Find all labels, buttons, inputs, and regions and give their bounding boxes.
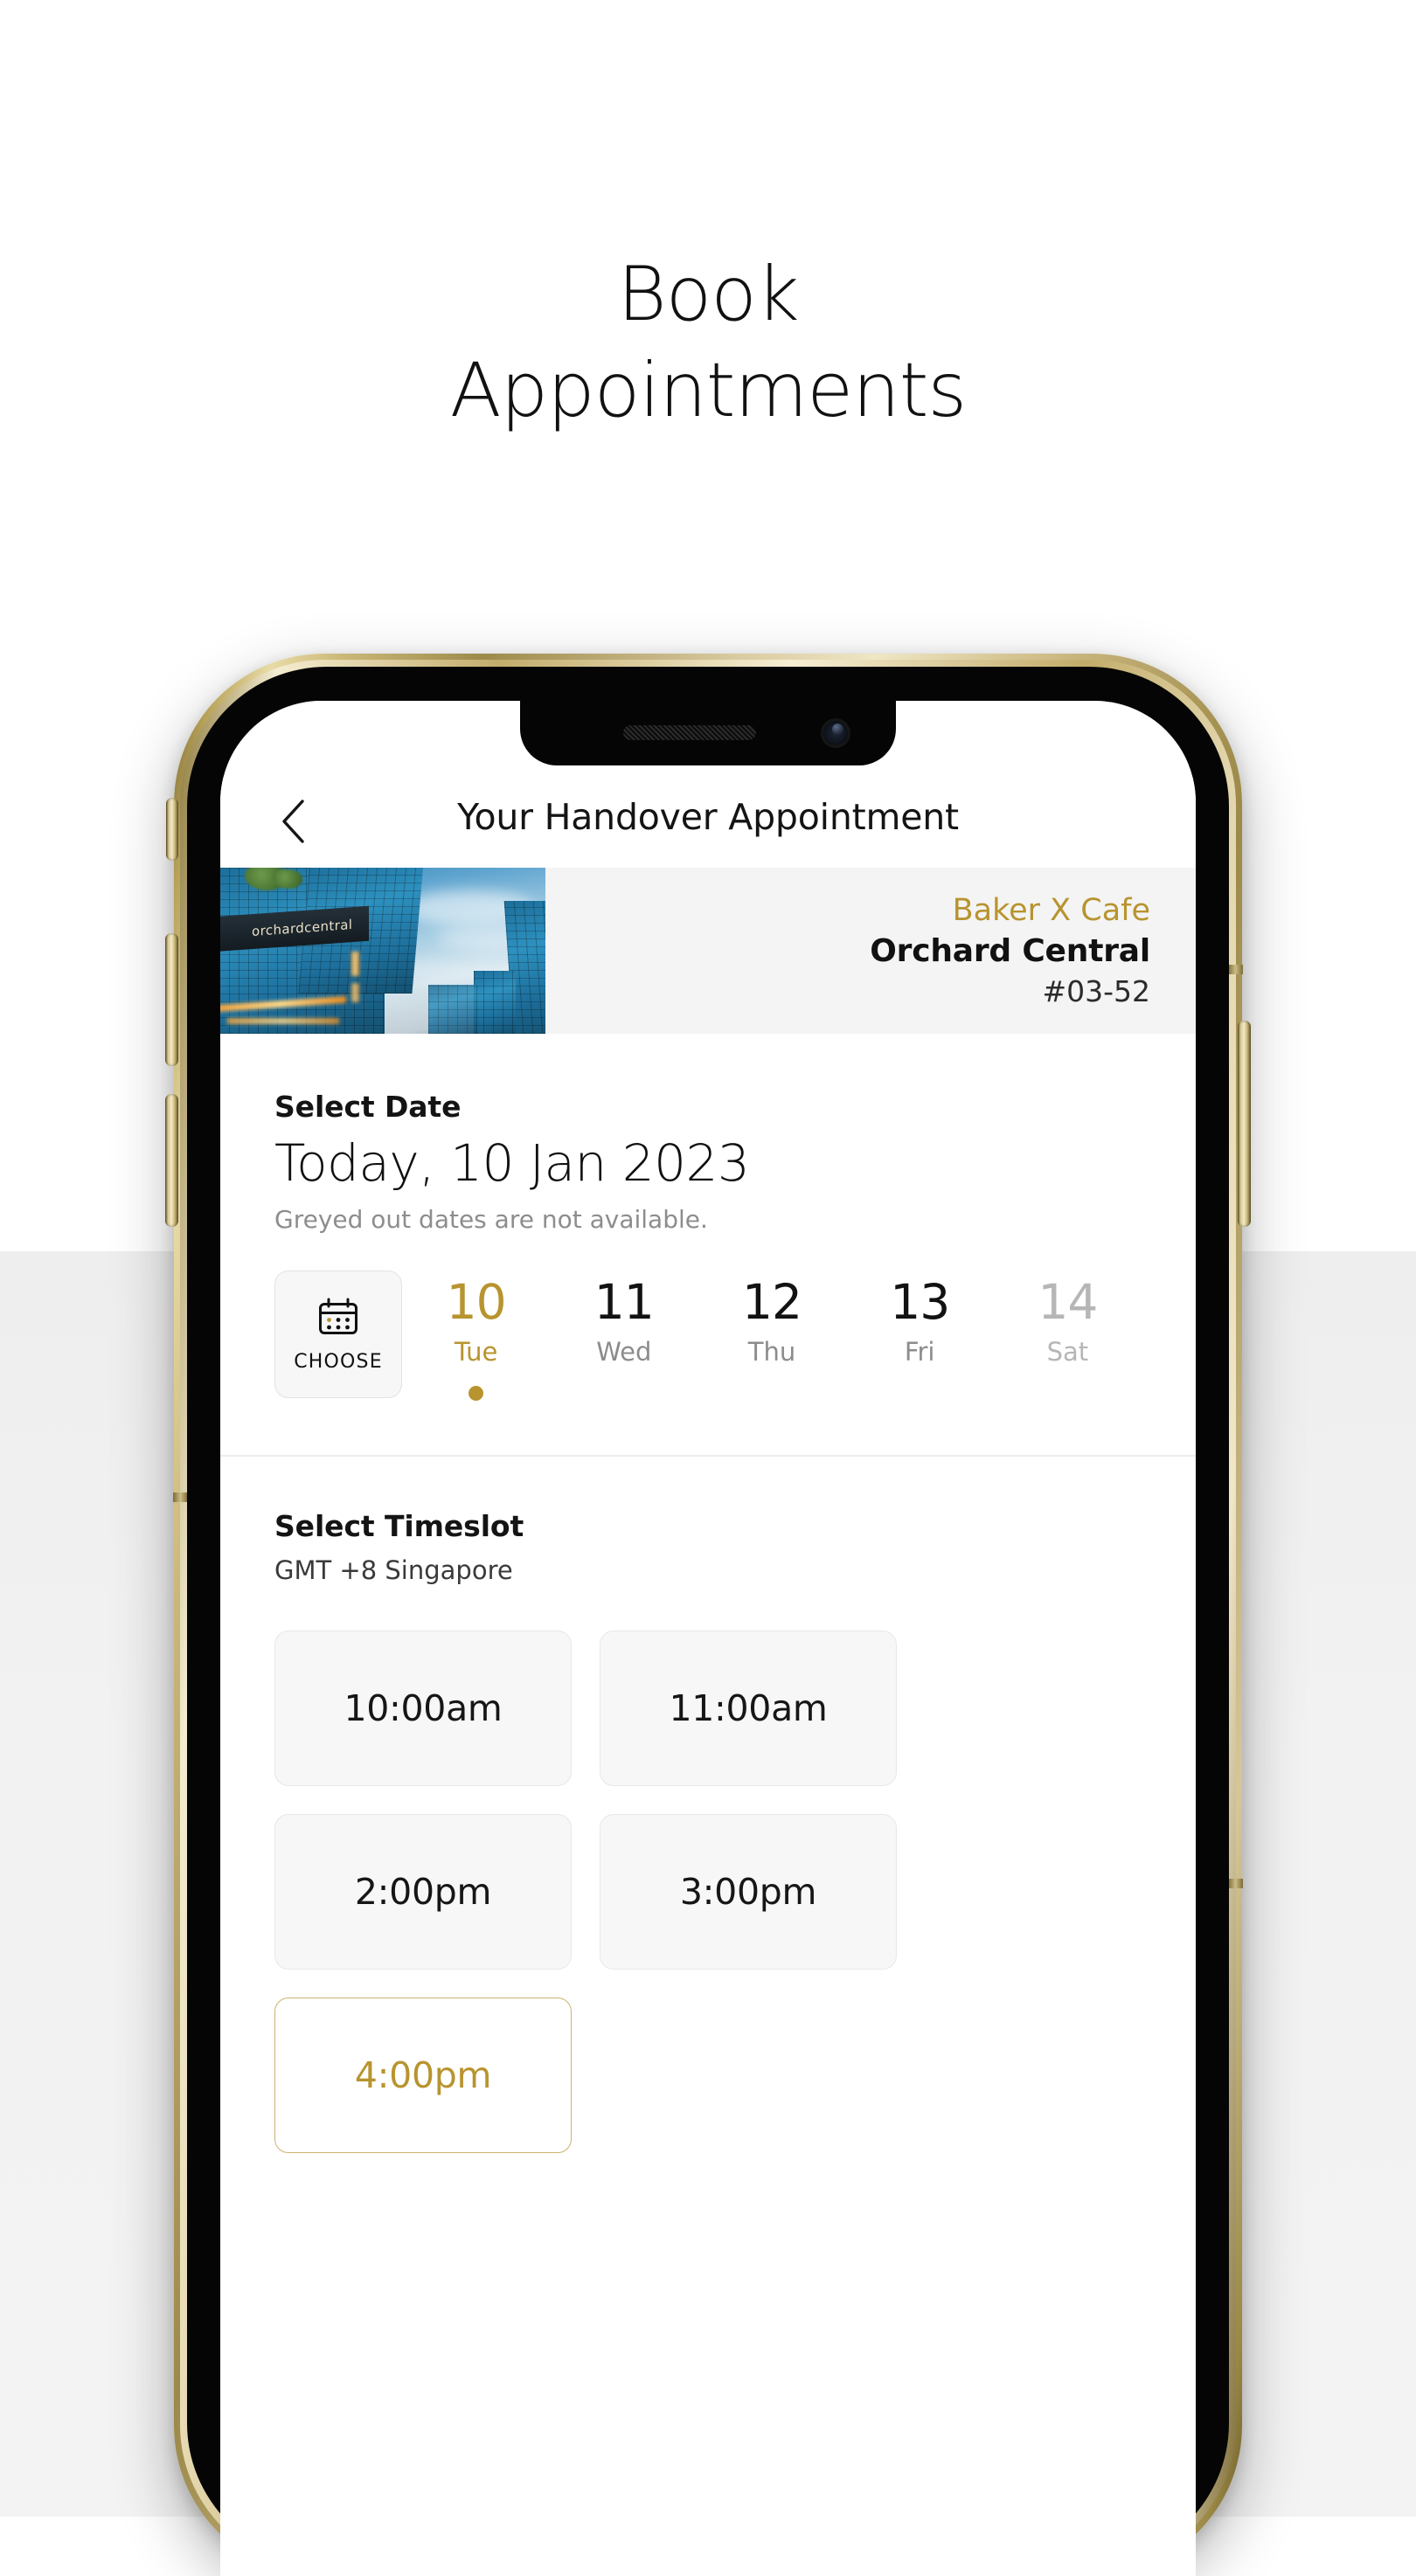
app-header-title: Your Handover Appointment [457, 796, 959, 838]
venue-unit-number: #03-52 [1042, 973, 1150, 1008]
date-number: 11 [593, 1273, 655, 1330]
earpiece-speaker-icon [623, 725, 756, 740]
phone-volume-down-button [165, 1094, 178, 1227]
date-number: 12 [742, 1273, 802, 1330]
back-button[interactable] [266, 794, 320, 848]
select-date-section: Select Date Today, 10 Jan 2023 Greyed ou… [220, 1034, 1196, 1457]
timeslot-option-200pm[interactable]: 2:00pm [274, 1813, 572, 1970]
front-camera-lens-glint [832, 724, 843, 735]
calendar-icon [319, 1298, 357, 1335]
select-date-label: Select Date [274, 1090, 462, 1124]
date-selected-indicator [616, 1386, 631, 1401]
date-weekday: Fri [904, 1336, 935, 1367]
date-selected-indicator [1060, 1386, 1075, 1401]
date-item-10[interactable]: 10 Tue [402, 1271, 550, 1401]
phone-power-button [1238, 1021, 1251, 1227]
phone-antenna-band [173, 1492, 188, 1502]
timeslot-grid: 10:00am 11:00am 2:00pm 3:00pm 4:00pm [220, 1630, 1196, 2153]
phone-screen: Your Handover Appointment orchardcentral… [220, 701, 1196, 2576]
date-number: 10 [446, 1273, 507, 1330]
date-weekday: Wed [596, 1336, 652, 1367]
timeslot-option-1100am[interactable]: 11:00am [600, 1630, 897, 1786]
phone-notch [520, 701, 896, 765]
date-item-12[interactable]: 12 Thu [698, 1271, 845, 1401]
choose-date-button[interactable]: CHOOSE [274, 1270, 402, 1398]
venue-details: Baker X Cafe Orchard Central #03-52 [545, 868, 1196, 1034]
photo-rooftop-greenery [273, 869, 302, 889]
phone-volume-up-button [165, 933, 178, 1066]
date-weekday: Thu [747, 1336, 796, 1367]
date-weekday: Tue [454, 1336, 498, 1367]
chevron-left-icon [282, 800, 304, 843]
photo-window-lights [351, 952, 359, 976]
phone-device-mockup: Your Handover Appointment orchardcentral… [165, 654, 1251, 2576]
select-date-note: Greyed out dates are not available. [274, 1204, 708, 1234]
venue-photo: orchardcentral [220, 868, 545, 1034]
date-number: 14 [1038, 1273, 1098, 1330]
timeslot-option-1000am[interactable]: 10:00am [274, 1630, 572, 1786]
date-selected-indicator [765, 1386, 780, 1401]
venue-card[interactable]: orchardcentral Baker X Cafe Orchard Cent… [220, 868, 1196, 1034]
date-item-14: 14 Sat [994, 1271, 1142, 1401]
select-timeslot-section: Select Timeslot GMT +8 Singapore 10:00am… [220, 1457, 1196, 2153]
photo-building-far [428, 985, 477, 1034]
date-selected-indicator [469, 1385, 484, 1401]
timeslot-option-300pm[interactable]: 3:00pm [600, 1813, 897, 1970]
page-title: Book Appointments [449, 251, 967, 435]
selected-date-value: Today, 10 Jan 2023 [274, 1133, 750, 1193]
phone-mute-switch [166, 798, 178, 861]
choose-date-label: CHOOSE [294, 1351, 383, 1374]
photo-building-right-small [474, 971, 516, 1034]
phone-antenna-band [1228, 1879, 1243, 1888]
date-strip: CHOOSE 10 Tue 11 Wed 12 Thu 13 Fri 14 Sa… [220, 1270, 1196, 1401]
phone-antenna-band [1228, 965, 1243, 974]
select-timeslot-label: Select Timeslot [274, 1508, 524, 1543]
date-weekday: Sat [1046, 1336, 1089, 1367]
photo-podium-lights [227, 1018, 339, 1024]
timeslot-option-400pm[interactable]: 4:00pm [274, 1997, 572, 2153]
date-item-11[interactable]: 11 Wed [550, 1271, 698, 1401]
date-number: 13 [890, 1273, 950, 1330]
date-selected-indicator [913, 1386, 927, 1401]
venue-name: Orchard Central [870, 933, 1150, 970]
timezone-label: GMT +8 Singapore [274, 1555, 513, 1585]
date-item-13[interactable]: 13 Fri [846, 1271, 994, 1401]
venue-brand: Baker X Cafe [952, 893, 1150, 929]
photo-window-lights [351, 983, 359, 1002]
